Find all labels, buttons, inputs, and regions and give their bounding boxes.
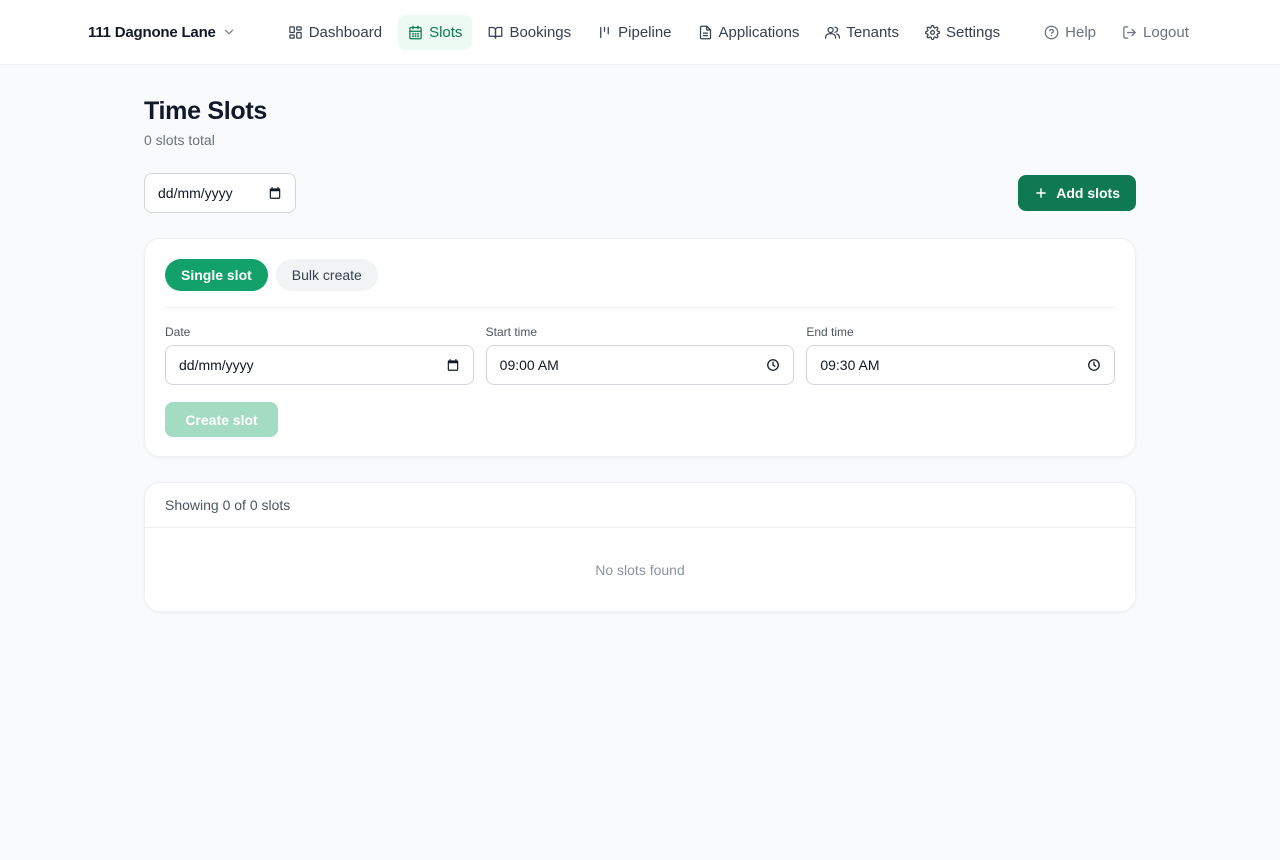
add-slots-button[interactable]: Add slots	[1018, 175, 1136, 211]
calendar-icon[interactable]	[268, 186, 282, 200]
nav-applications-label: Applications	[718, 23, 800, 41]
empty-state: No slots found	[595, 562, 685, 578]
filter-date-value: dd/mm/yyyy	[158, 185, 233, 201]
property-switcher[interactable]: 111 Dagnone Lane	[88, 24, 236, 41]
nav-slots[interactable]: Slots	[398, 14, 473, 50]
nav-logout[interactable]: Logout	[1112, 15, 1199, 50]
nav-help[interactable]: Help	[1034, 15, 1106, 50]
users-icon	[825, 26, 841, 39]
add-slots-label: Add slots	[1056, 185, 1120, 201]
filter-date-input[interactable]: dd/mm/yyyy	[144, 173, 296, 213]
date-value: dd/mm/yyyy	[179, 357, 254, 373]
top-navigation-bar: 111 Dagnone Lane Dashboard Slots Booking…	[0, 0, 1280, 65]
nav-bookings[interactable]: Bookings	[478, 15, 581, 50]
nav-slots-label: Slots	[429, 23, 463, 41]
slot-fields: Date dd/mm/yyyy Start time 09:00 AM End …	[165, 325, 1116, 385]
nav-pipeline-label: Pipeline	[618, 23, 672, 41]
end-time-input[interactable]: 09:30 AM	[806, 345, 1116, 385]
start-time-label: Start time	[485, 325, 538, 339]
clock-icon[interactable]	[1087, 358, 1101, 372]
logout-icon	[1123, 25, 1136, 39]
gear-icon	[925, 24, 940, 40]
date-input[interactable]: dd/mm/yyyy	[165, 345, 474, 385]
create-slot-button[interactable]: Create slot	[165, 402, 278, 437]
nav-settings-label: Settings	[945, 23, 1001, 41]
dashboard-icon	[288, 25, 302, 39]
filter-row: dd/mm/yyyy Add slots	[144, 173, 1136, 213]
plus-icon	[1036, 188, 1047, 198]
start-time-value: 09:00 AM	[499, 357, 559, 373]
create-mode-tabs: Single slot Bulk create	[165, 259, 1115, 308]
nav-pipeline[interactable]: Pipeline	[587, 15, 681, 50]
nav-help-label: Help	[1065, 23, 1097, 41]
main-content: Time Slots 0 slots total dd/mm/yyyy Add …	[144, 65, 1136, 612]
date-field: Date dd/mm/yyyy	[165, 325, 474, 385]
help-icon	[1044, 25, 1059, 39]
slots-list-card: Showing 0 of 0 slots No slots found	[144, 482, 1136, 612]
slots-list-summary: Showing 0 of 0 slots	[145, 483, 1135, 528]
nav-settings[interactable]: Settings	[915, 15, 1010, 50]
book-icon	[489, 26, 503, 39]
start-time-field: Start time 09:00 AM	[485, 325, 795, 385]
end-time-value: 09:30 AM	[820, 357, 880, 373]
end-time-field: End time 09:30 AM	[806, 325, 1116, 385]
nav-tenants[interactable]: Tenants	[815, 15, 909, 50]
clock-icon[interactable]	[766, 358, 780, 372]
pipeline-icon	[600, 26, 610, 38]
create-slot-card: Single slot Bulk create Date dd/mm/yyyy …	[144, 238, 1136, 457]
start-time-input[interactable]: 09:00 AM	[485, 345, 795, 385]
calendar-icon[interactable]	[446, 358, 460, 372]
tab-bulk-create[interactable]: Bulk create	[275, 259, 378, 291]
nav-applications[interactable]: Applications	[688, 15, 810, 50]
nav-bookings-label: Bookings	[509, 23, 572, 41]
date-label: Date	[165, 325, 191, 339]
end-time-label: End time	[806, 325, 854, 339]
tab-single-slot[interactable]: Single slot	[165, 259, 268, 291]
nav-dashboard-label: Dashboard	[308, 23, 383, 41]
nav-dashboard[interactable]: Dashboard	[278, 15, 392, 50]
document-icon	[699, 25, 711, 39]
main-nav: Dashboard Slots Bookings Pipeline Applic…	[278, 14, 1199, 50]
property-name: 111 Dagnone Lane	[88, 23, 216, 41]
page-title: Time Slots	[144, 97, 267, 125]
slots-count: 0 slots total	[144, 132, 215, 148]
chevron-down-icon	[224, 29, 233, 35]
nav-logout-label: Logout	[1143, 23, 1189, 41]
nav-tenants-label: Tenants	[846, 23, 899, 41]
calendar-icon	[409, 25, 422, 39]
